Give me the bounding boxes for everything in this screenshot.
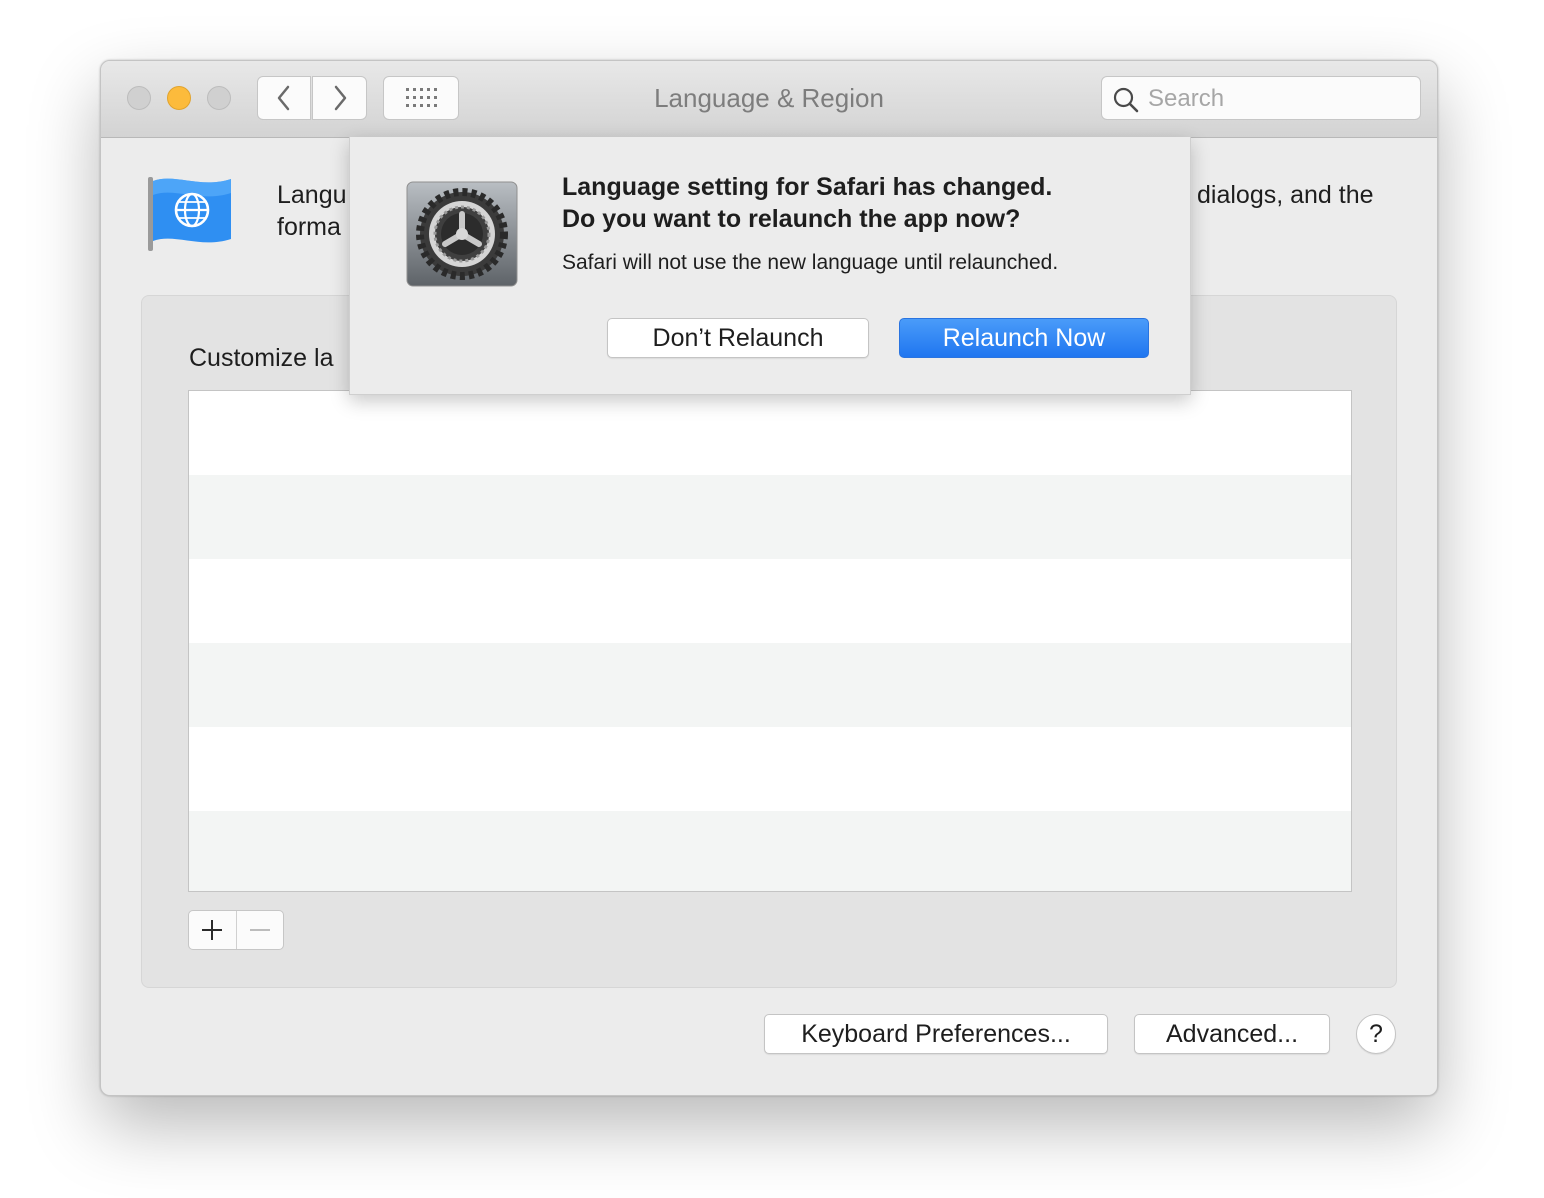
add-remove-control: [188, 910, 284, 950]
search-icon: [1113, 87, 1139, 113]
list-row[interactable]: [189, 559, 1351, 643]
list-row[interactable]: [189, 391, 1351, 475]
list-row[interactable]: [189, 643, 1351, 727]
dialog-message: Safari will not use the new language unt…: [562, 251, 1059, 274]
minus-icon: [249, 929, 270, 931]
search-placeholder: Search: [1148, 85, 1225, 112]
customize-languages-group: Customize la: [141, 295, 1397, 988]
list-row[interactable]: [189, 475, 1351, 559]
add-language-button[interactable]: [189, 911, 237, 949]
relaunch-now-button[interactable]: Relaunch Now: [899, 318, 1149, 358]
relaunch-dialog: Language setting for Safari has changed.…: [349, 137, 1191, 395]
list-row[interactable]: [189, 811, 1351, 891]
keyboard-preferences-button[interactable]: Keyboard Preferences...: [764, 1014, 1108, 1054]
flag-globe-icon: [148, 177, 231, 251]
dont-relaunch-button[interactable]: Don’t Relaunch: [607, 318, 869, 358]
title-bar: Language & Region Search: [101, 61, 1437, 138]
search-field[interactable]: Search: [1101, 76, 1421, 120]
plus-icon: [202, 920, 223, 940]
description-line1-end: dialogs, and the: [1197, 181, 1374, 209]
language-list[interactable]: [188, 390, 1352, 892]
system-preferences-gear-icon: [406, 181, 518, 287]
group-label: Customize la: [189, 344, 334, 372]
remove-language-button[interactable]: [237, 911, 284, 949]
help-button[interactable]: ?: [1356, 1014, 1396, 1054]
list-row[interactable]: [189, 727, 1351, 811]
dialog-title-line2: Do you want to relaunch the app now?: [562, 205, 1021, 233]
dialog-title: Language setting for Safari has changed.…: [562, 171, 1162, 235]
advanced-button[interactable]: Advanced...: [1134, 1014, 1330, 1054]
dialog-title-line1: Language setting for Safari has changed.: [562, 173, 1053, 201]
preferences-window: Language & Region Search Langu forma dia…: [100, 60, 1438, 1096]
